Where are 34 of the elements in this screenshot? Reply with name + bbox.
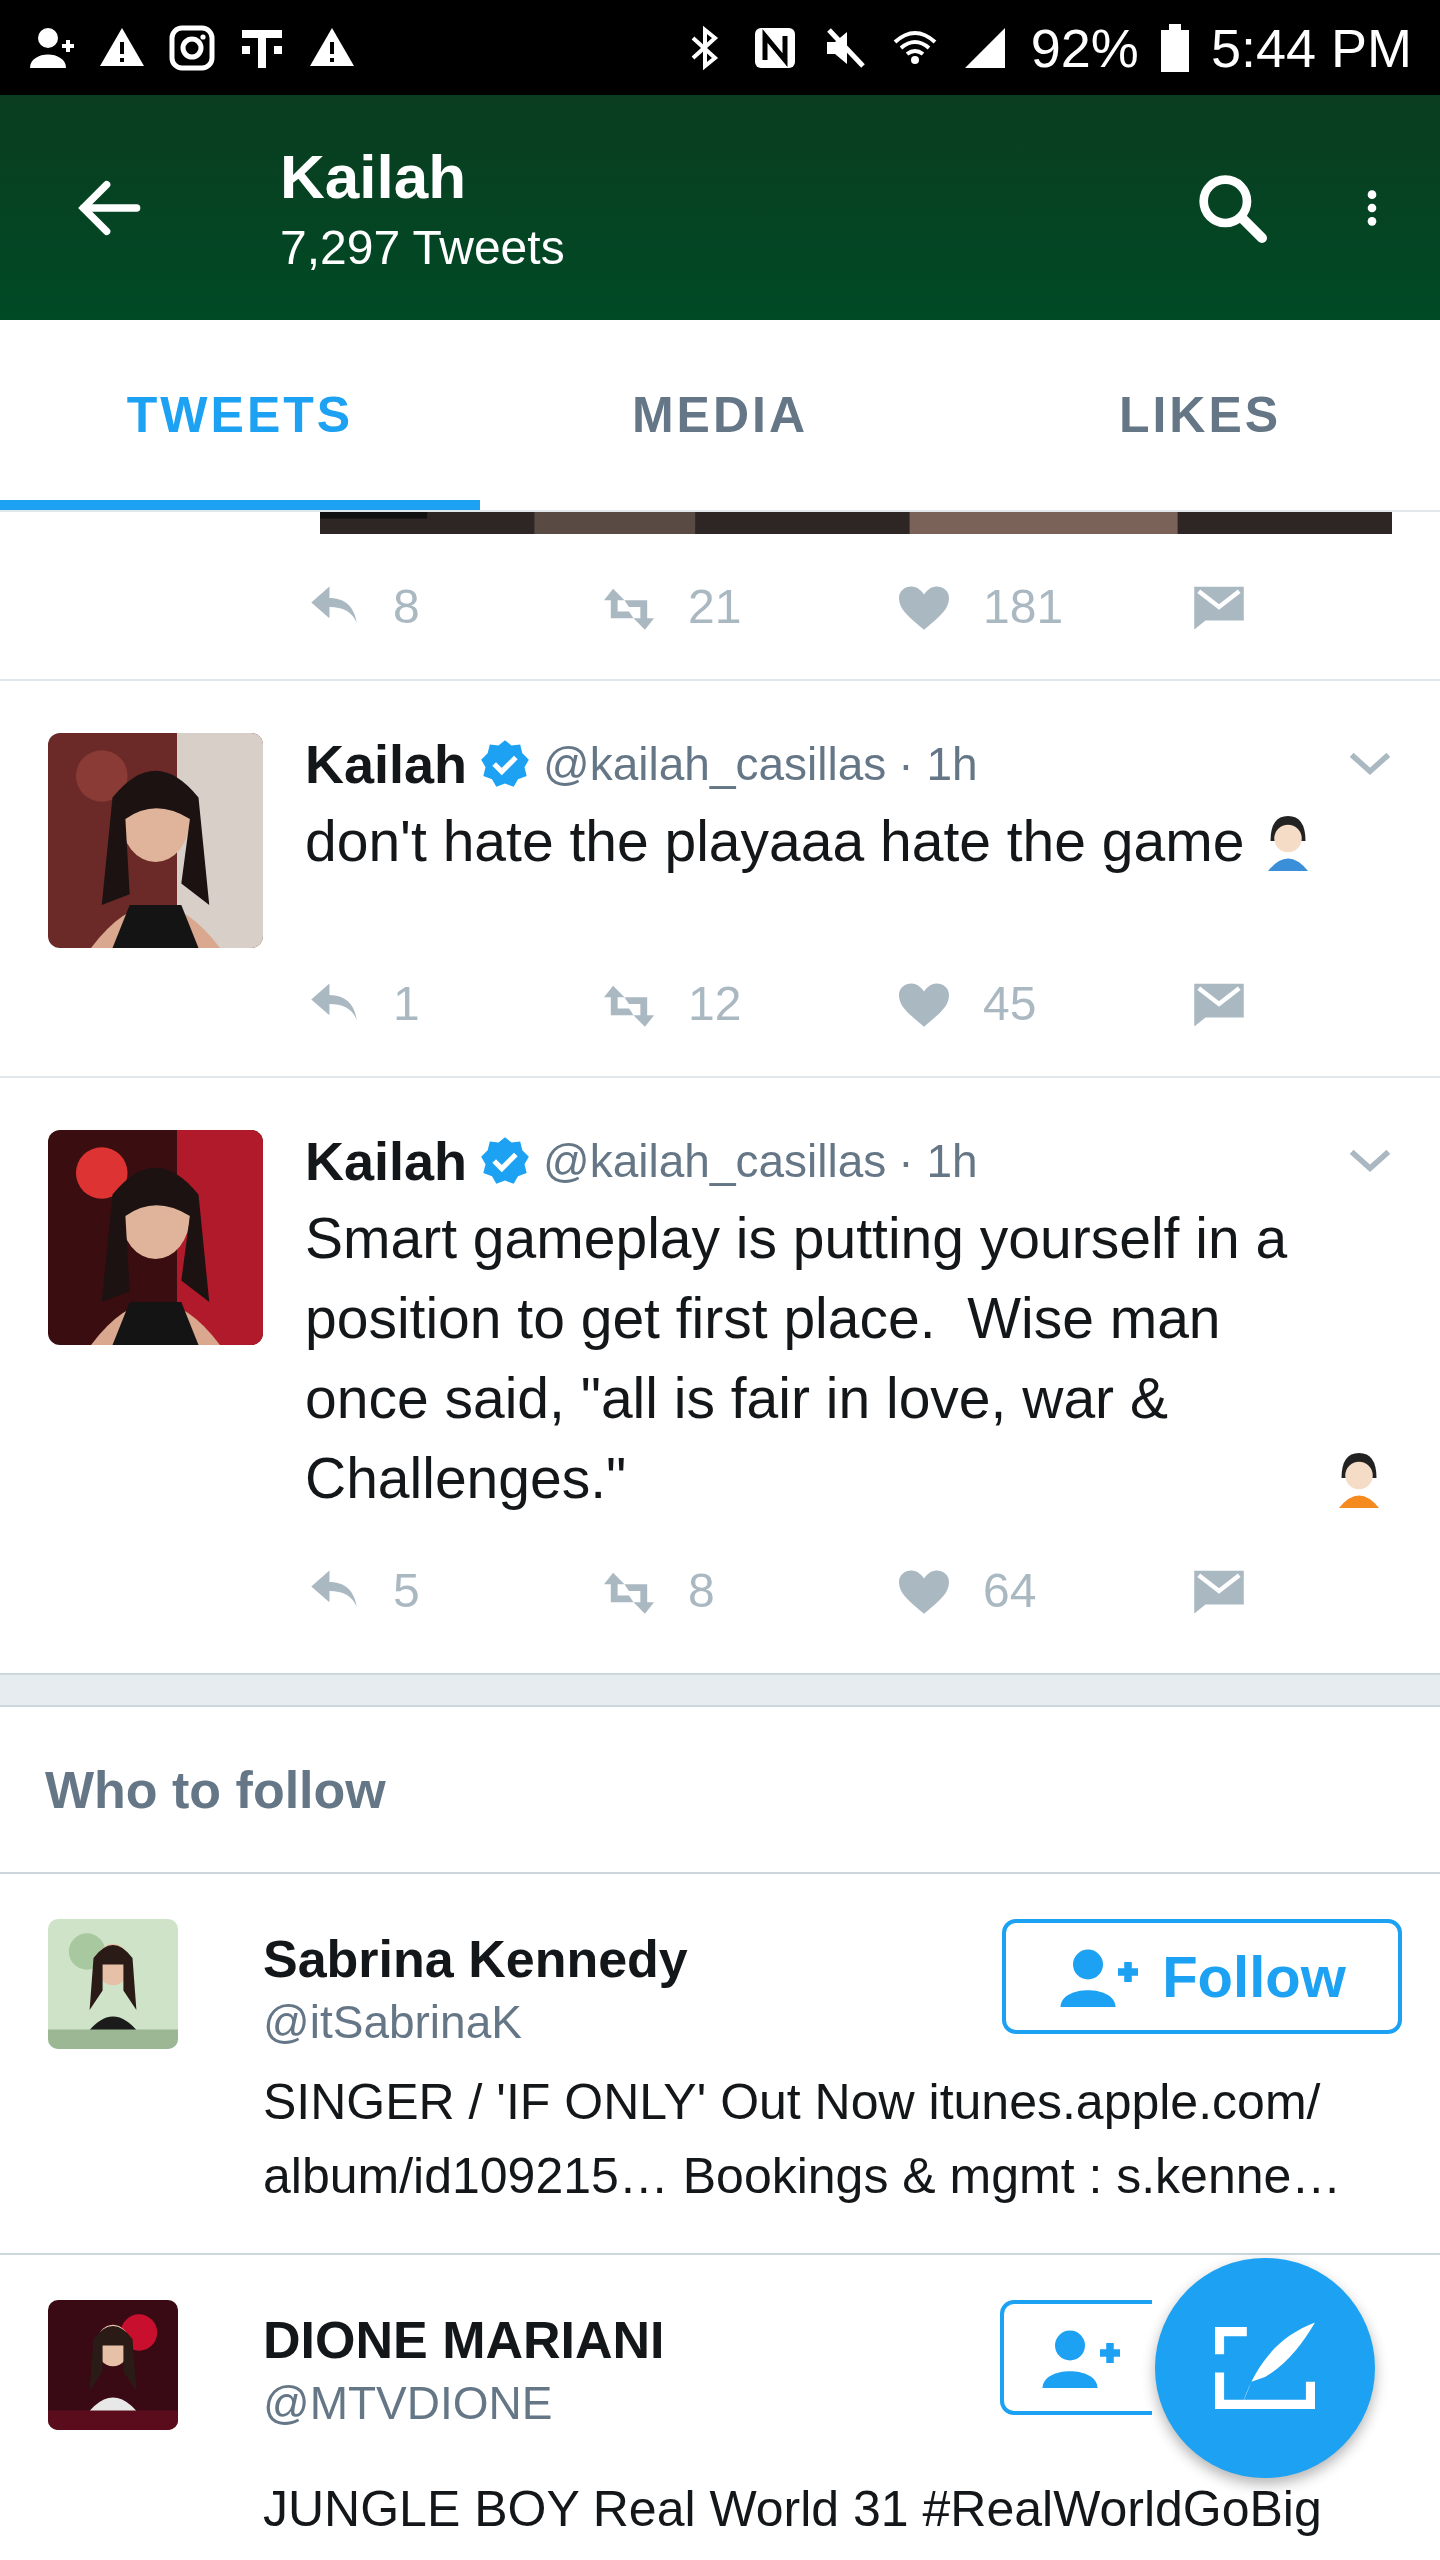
account-handle: @itSabrinaK [263, 1995, 523, 2049]
count: 12 [688, 976, 742, 1031]
camera-icon [168, 23, 216, 72]
author-name: Kailah [305, 733, 468, 795]
timestamp: · 1h [898, 1134, 978, 1188]
section-title: Who to follow [45, 1759, 386, 1820]
profile-name: Kailah [280, 140, 468, 212]
count: 21 [688, 579, 742, 634]
author-name: Kailah [305, 1130, 468, 1192]
count: 181 [983, 579, 1064, 634]
clock: 5:44 PM [1210, 16, 1412, 79]
account-handle: @MTVDIONE [263, 2376, 554, 2430]
follow-button[interactable]: Follow [1002, 1919, 1402, 2034]
account-name: Sabrina Kennedy [263, 1929, 689, 1989]
battery-icon [1160, 23, 1189, 72]
account-name: DIONE MARIANI [263, 2310, 666, 2370]
count: 5 [393, 1563, 420, 1618]
account-bio: JUNGLE BOY Real World 31 #RealWorldGoBig [263, 2480, 1323, 2539]
timestamp: · 1h [898, 737, 978, 791]
verified-icon [479, 738, 532, 790]
battery-percent: 92% [1030, 16, 1139, 79]
count: 45 [983, 976, 1037, 1031]
count: 1 [393, 976, 420, 1031]
follow-button[interactable] [1000, 2300, 1152, 2415]
author-handle: @kailah_casillas [543, 1134, 887, 1188]
author-handle: @kailah_casillas [543, 737, 887, 791]
count: 64 [983, 1563, 1037, 1618]
count: 8 [393, 579, 420, 634]
tweet-count: 7,297 Tweets [280, 219, 566, 275]
account-bio: SINGER / 'IF ONLY' Out Now itunes.apple.com/ album/id109215… Bookings & mgmt : s.kenne… [263, 2073, 1343, 2206]
count: 8 [688, 1563, 715, 1618]
tweet-text: don't hate the playaaa hate the game [305, 808, 1245, 875]
verified-icon [479, 1135, 532, 1187]
tweet-text: Smart gameplay is putting yourself in a position to get first place. Wise man once said, "all is fair in love, war & Challenges." [305, 1205, 1289, 1512]
